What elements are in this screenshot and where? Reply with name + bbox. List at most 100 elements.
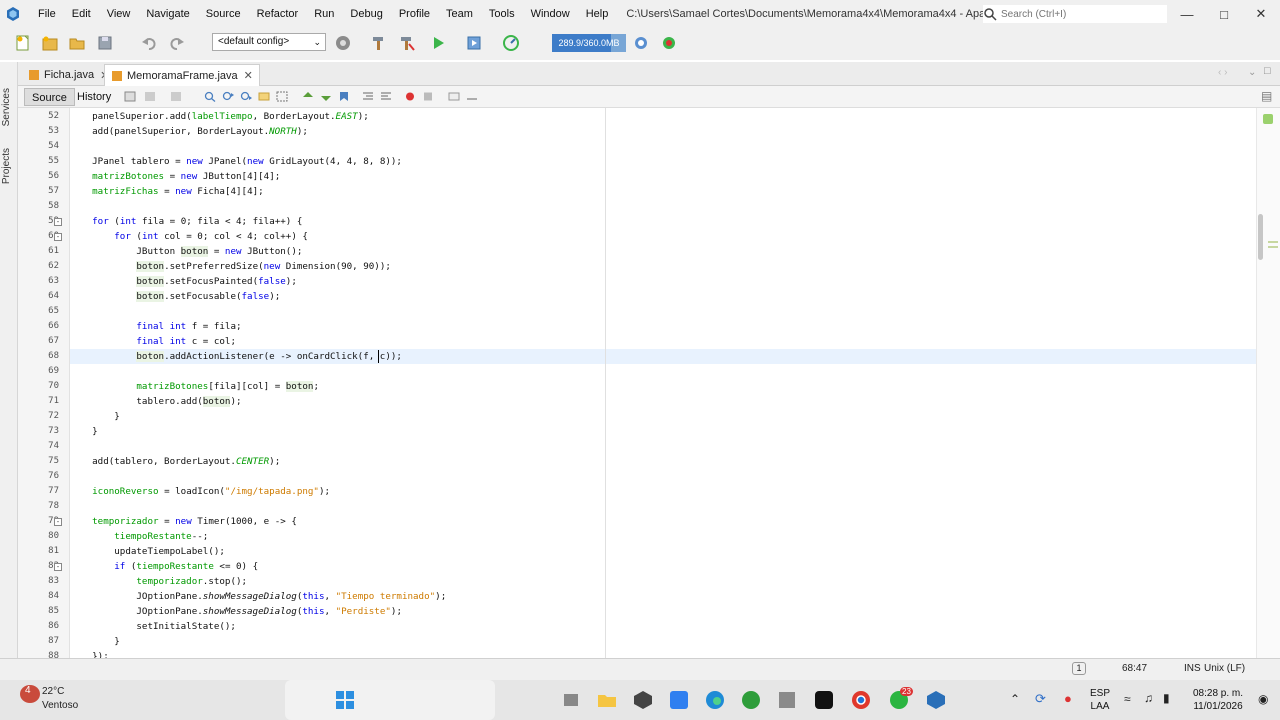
menu-tools[interactable]: Tools (481, 0, 523, 28)
code-line[interactable]: add(tablero, BorderLayout.CENTER); (70, 454, 280, 469)
close-window-button[interactable]: ✕ (1242, 0, 1280, 28)
code-line[interactable]: iconoReverso = loadIcon("/img/tapada.png… (70, 484, 330, 499)
uncomment-icon[interactable] (466, 91, 478, 102)
history-view-tab[interactable]: History (70, 88, 118, 106)
code-line[interactable]: matrizFichas = new Ficha[4][4]; (70, 184, 264, 199)
code-line[interactable]: tiempoRestante--; (70, 529, 208, 544)
close-tab-icon[interactable]: ✕ (244, 69, 253, 82)
minimize-button[interactable]: — (1168, 0, 1206, 28)
shift-left-icon[interactable] (362, 91, 374, 102)
tab-memoramaframe-java[interactable]: MemoramaFrame.java ✕ (104, 64, 260, 86)
menu-team[interactable]: Team (438, 0, 481, 28)
menu-edit[interactable]: Edit (64, 0, 99, 28)
garbage-collect-icon[interactable] (632, 34, 650, 52)
code-line[interactable]: setInitialState(); (70, 619, 236, 634)
services-panel-tab[interactable]: Services (1, 88, 12, 126)
maximize-button[interactable]: □ (1205, 0, 1243, 28)
code-line[interactable]: if (tiempoRestante <= 0) { (70, 559, 258, 574)
source-view-tab[interactable]: Source (24, 88, 75, 106)
comment-icon[interactable] (448, 91, 460, 102)
netbeans-taskbar-icon[interactable] (925, 689, 947, 711)
open-project-icon[interactable] (68, 34, 86, 52)
redo-icon[interactable] (168, 34, 186, 52)
next-bookmark-icon[interactable] (320, 91, 332, 102)
code-line[interactable]: final int c = col; (70, 334, 236, 349)
menu-run[interactable]: Run (306, 0, 342, 28)
config-dropdown[interactable]: <default config> ⌄ (212, 33, 326, 51)
app-icon[interactable] (632, 689, 654, 711)
xbox-icon[interactable] (740, 689, 762, 711)
file-explorer-icon[interactable] (596, 689, 618, 711)
code-line[interactable]: } (70, 634, 120, 649)
menu-window[interactable]: Window (523, 0, 578, 28)
undo-icon[interactable] (140, 34, 158, 52)
split-editor-icon[interactable]: ▤ (1261, 89, 1272, 103)
code-line[interactable]: add(panelSuperior, BorderLayout.NORTH); (70, 124, 308, 139)
code-line[interactable]: boton.setFocusable(false); (70, 289, 280, 304)
global-config-icon[interactable] (334, 34, 352, 52)
back-icon[interactable] (144, 91, 156, 102)
code-line[interactable]: matrizBotones[fila][col] = boton; (70, 379, 319, 394)
notifications-bell-icon[interactable]: ◉ (1258, 692, 1268, 706)
code-line[interactable]: JOptionPane.showMessageDialog(this, "Tie… (70, 589, 446, 604)
shift-right-icon[interactable] (380, 91, 392, 102)
editor-scrollbar-thumb[interactable] (1258, 214, 1263, 260)
sync-icon[interactable]: ⟳ (1035, 691, 1046, 707)
debug-project-icon[interactable] (465, 34, 483, 52)
show-hidden-icons[interactable]: ⌃ (1010, 692, 1020, 706)
fold-toggle-icon[interactable]: - (54, 218, 62, 226)
last-edit-icon[interactable] (124, 91, 136, 102)
code-line[interactable]: boton.addActionListener(e -> onCardClick… (70, 349, 402, 364)
battery-icon[interactable]: ▮ (1163, 691, 1170, 705)
start-macro-icon[interactable] (404, 91, 416, 102)
fold-toggle-icon[interactable]: - (54, 233, 62, 241)
microphone-icon[interactable]: ● (1064, 691, 1072, 706)
code-line[interactable]: } (70, 409, 120, 424)
tab-ficha-java[interactable]: Ficha.java ✕ (22, 64, 115, 86)
fold-toggle-icon[interactable]: - (54, 518, 62, 526)
volume-icon[interactable]: ♫ (1144, 691, 1153, 705)
visual-studio-icon[interactable] (668, 689, 690, 711)
code-line[interactable]: JButton boton = new JButton(); (70, 244, 302, 259)
menu-view[interactable]: View (99, 0, 139, 28)
profile-project-icon[interactable] (502, 34, 520, 52)
capcut-icon[interactable] (813, 689, 835, 711)
menu-file[interactable]: File (30, 0, 64, 28)
search-input[interactable] (1001, 8, 1151, 20)
toggle-rect-selection-icon[interactable] (276, 91, 288, 102)
notifications-badge[interactable]: 1 (1072, 662, 1086, 675)
clock[interactable]: 08:28 p. m. 11/01/2026 (1188, 687, 1248, 713)
edge-browser-icon[interactable] (704, 689, 726, 711)
maximize-editor-icon[interactable]: □ (1264, 65, 1271, 77)
code-line[interactable]: JPanel tablero = new JPanel(new GridLayo… (70, 154, 402, 169)
tab-list-icon[interactable]: ⌄ (1248, 67, 1256, 78)
code-line[interactable]: JOptionPane.showMessageDialog(this, "Per… (70, 604, 402, 619)
build-hammer-icon[interactable] (370, 34, 388, 52)
code-line[interactable]: matrizBotones = new JButton[4][4]; (70, 169, 280, 184)
code-line[interactable]: }); (70, 649, 109, 658)
stop-macro-icon[interactable] (422, 91, 434, 102)
code-line[interactable]: temporizador = new Timer(1000, e -> { (70, 514, 297, 529)
find-selection-icon[interactable] (204, 91, 216, 102)
code-line[interactable]: boton.setPreferredSize(new Dimension(90,… (70, 259, 391, 274)
error-stripe[interactable] (1256, 108, 1280, 658)
menu-profile[interactable]: Profile (391, 0, 438, 28)
code-line[interactable]: updateTiempoLabel(); (70, 544, 225, 559)
find-previous-icon[interactable] (222, 91, 234, 102)
fold-toggle-icon[interactable]: - (54, 563, 62, 571)
find-next-icon[interactable] (240, 91, 252, 102)
chrome-icon[interactable] (850, 689, 872, 711)
menu-debug[interactable]: Debug (342, 0, 390, 28)
toggle-bookmark-icon[interactable] (338, 91, 350, 102)
taskbar-search-area[interactable] (285, 680, 495, 720)
code-line[interactable]: for (int col = 0; col < 4; col++) { (70, 229, 308, 244)
projects-panel-tab[interactable]: Projects (1, 148, 12, 184)
windows-start-icon[interactable] (334, 689, 356, 711)
menu-help[interactable]: Help (578, 0, 617, 28)
memory-usage-bar[interactable]: 289.9/360.0MB (552, 34, 626, 52)
code-line[interactable]: } (70, 424, 98, 439)
wifi-icon[interactable]: ≈ (1124, 692, 1131, 706)
run-project-icon[interactable] (429, 34, 447, 52)
previous-bookmark-icon[interactable] (302, 91, 314, 102)
scroll-tabs-left-icon[interactable]: ‹ › (1218, 67, 1227, 78)
